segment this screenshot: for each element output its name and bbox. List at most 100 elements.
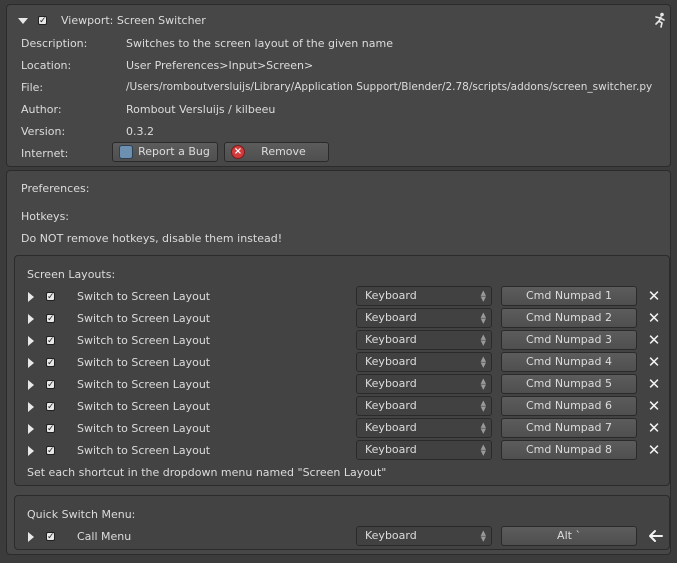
screen-layouts-title: Screen Layouts: bbox=[27, 268, 116, 281]
row-input-dropdown[interactable]: Keyboard ▲ ▼ bbox=[356, 374, 492, 394]
row-expand-icon[interactable] bbox=[28, 358, 34, 368]
remove-addon-button[interactable]: × Remove bbox=[224, 142, 329, 162]
layout-row: ✓ Switch to Screen Layout Keyboard ▲ ▼ Cmd Nu… bbox=[15, 418, 671, 440]
row-input-dropdown[interactable]: Keyboard ▲ ▼ bbox=[356, 418, 492, 438]
quick-switch-key-value: Alt ` bbox=[557, 529, 581, 542]
remove-hotkey-icon[interactable]: ✕ bbox=[646, 376, 662, 392]
row-input-value: Keyboard bbox=[365, 421, 417, 434]
location-value: User Preferences>Input>Screen> bbox=[126, 59, 314, 72]
quick-switch-input-dropdown[interactable]: Keyboard ▲ ▼ bbox=[356, 526, 492, 546]
row-enable-checkbox[interactable]: ✓ bbox=[46, 380, 55, 390]
addon-info-panel: ✓ Viewport: Screen Switcher Description:… bbox=[6, 4, 671, 167]
collapse-toggle-icon[interactable] bbox=[18, 18, 28, 24]
report-bug-button[interactable]: Report a Bug bbox=[112, 142, 218, 162]
row-key-button[interactable]: Cmd Numpad 2 bbox=[501, 308, 637, 328]
addon-enable-checkbox[interactable]: ✓ bbox=[38, 16, 47, 26]
row-input-dropdown[interactable]: Keyboard ▲ ▼ bbox=[356, 286, 492, 306]
quick-switch-enable-checkbox[interactable]: ✓ bbox=[46, 532, 55, 542]
row-expand-icon[interactable] bbox=[28, 424, 34, 434]
layout-row: ✓ Switch to Screen Layout Keyboard ▲ ▼ Cmd Nu… bbox=[15, 352, 671, 374]
layout-row: ✓ Switch to Screen Layout Keyboard ▲ ▼ Cmd Nu… bbox=[15, 440, 671, 462]
quick-switch-title: Quick Switch Menu: bbox=[27, 508, 136, 521]
row-expand-icon[interactable] bbox=[28, 336, 34, 346]
dropdown-arrows-icon: ▲ ▼ bbox=[480, 333, 486, 347]
row-key-button[interactable]: Cmd Numpad 5 bbox=[501, 374, 637, 394]
row-input-value: Keyboard bbox=[365, 443, 417, 456]
row-input-dropdown[interactable]: Keyboard ▲ ▼ bbox=[356, 440, 492, 460]
row-enable-checkbox[interactable]: ✓ bbox=[46, 314, 55, 324]
remove-hotkey-icon[interactable]: ✕ bbox=[646, 398, 662, 414]
hotkeys-note: Do NOT remove hotkeys, disable them inst… bbox=[21, 232, 283, 245]
quick-switch-key-button[interactable]: Alt ` bbox=[501, 526, 637, 546]
row-expand-icon[interactable] bbox=[28, 380, 34, 390]
remove-hotkey-icon[interactable]: ✕ bbox=[646, 288, 662, 304]
remove-hotkey-icon[interactable]: ✕ bbox=[646, 442, 662, 458]
hotkeys-label: Hotkeys: bbox=[21, 210, 70, 223]
quick-switch-box: Quick Switch Menu: ✓ Call Menu Keyboard … bbox=[14, 495, 670, 550]
layout-row: ✓ Switch to Screen Layout Keyboard ▲ ▼ Cmd Nu… bbox=[15, 374, 671, 396]
bug-report-icon bbox=[119, 145, 133, 159]
remove-hotkey-icon[interactable]: ✕ bbox=[646, 354, 662, 370]
remove-hotkey-icon[interactable]: ✕ bbox=[646, 332, 662, 348]
remove-hotkey-icon[interactable]: ✕ bbox=[646, 420, 662, 436]
row-expand-icon[interactable] bbox=[28, 314, 34, 324]
row-key-value: Cmd Numpad 5 bbox=[526, 377, 612, 390]
row-key-value: Cmd Numpad 8 bbox=[526, 443, 612, 456]
row-input-dropdown[interactable]: Keyboard ▲ ▼ bbox=[356, 308, 492, 328]
back-arrow-icon[interactable] bbox=[648, 529, 664, 543]
screen-layouts-box: Screen Layouts: ✓ Switch to Screen Layout… bbox=[14, 255, 670, 486]
row-key-button[interactable]: Cmd Numpad 1 bbox=[501, 286, 637, 306]
row-enable-checkbox[interactable]: ✓ bbox=[46, 336, 55, 346]
row-name: Switch to Screen Layout bbox=[77, 356, 211, 369]
version-value: 0.3.2 bbox=[126, 125, 154, 138]
dropdown-arrows-icon: ▲ ▼ bbox=[480, 311, 486, 325]
quick-switch-input-value: Keyboard bbox=[365, 529, 417, 542]
row-expand-icon[interactable] bbox=[28, 446, 34, 456]
row-input-dropdown[interactable]: Keyboard ▲ ▼ bbox=[356, 352, 492, 372]
row-input-dropdown[interactable]: Keyboard ▲ ▼ bbox=[356, 330, 492, 350]
row-enable-checkbox[interactable]: ✓ bbox=[46, 446, 55, 456]
version-label: Version: bbox=[21, 125, 66, 138]
row-key-value: Cmd Numpad 6 bbox=[526, 399, 612, 412]
row-expand-icon[interactable] bbox=[28, 292, 34, 302]
dropdown-arrows-icon: ▲ ▼ bbox=[480, 289, 486, 303]
remove-x-icon: × bbox=[231, 145, 245, 159]
quick-switch-name: Call Menu bbox=[77, 530, 132, 543]
row-name: Switch to Screen Layout bbox=[77, 334, 211, 347]
dropdown-arrows-icon: ▲ ▼ bbox=[480, 529, 486, 543]
report-bug-label: Report a Bug bbox=[138, 145, 210, 158]
layout-row: ✓ Switch to Screen Layout Keyboard ▲ ▼ Cmd Nu… bbox=[15, 396, 671, 418]
row-input-dropdown[interactable]: Keyboard ▲ ▼ bbox=[356, 396, 492, 416]
remove-hotkey-icon[interactable]: ✕ bbox=[646, 310, 662, 326]
row-expand-icon[interactable] bbox=[28, 402, 34, 412]
row-name: Switch to Screen Layout bbox=[77, 378, 211, 391]
layout-row: ✓ Switch to Screen Layout Keyboard ▲ ▼ Cmd Nu… bbox=[15, 286, 671, 308]
author-value: Rombout Versluijs / kilbeeu bbox=[126, 103, 276, 116]
row-key-button[interactable]: Cmd Numpad 3 bbox=[501, 330, 637, 350]
quick-switch-expand-icon[interactable] bbox=[28, 532, 34, 542]
row-key-button[interactable]: Cmd Numpad 4 bbox=[501, 352, 637, 372]
row-key-button[interactable]: Cmd Numpad 7 bbox=[501, 418, 637, 438]
row-key-button[interactable]: Cmd Numpad 6 bbox=[501, 396, 637, 416]
row-key-value: Cmd Numpad 4 bbox=[526, 355, 612, 368]
row-key-value: Cmd Numpad 7 bbox=[526, 421, 612, 434]
row-key-button[interactable]: Cmd Numpad 8 bbox=[501, 440, 637, 460]
row-enable-checkbox[interactable]: ✓ bbox=[46, 358, 55, 368]
row-input-value: Keyboard bbox=[365, 311, 417, 324]
dropdown-arrows-icon: ▲ ▼ bbox=[480, 421, 486, 435]
row-name: Switch to Screen Layout bbox=[77, 444, 211, 457]
preferences-label: Preferences: bbox=[21, 182, 90, 195]
internet-label: Internet: bbox=[21, 147, 69, 160]
row-input-value: Keyboard bbox=[365, 333, 417, 346]
row-input-value: Keyboard bbox=[365, 289, 417, 302]
description-value: Switches to the screen layout of the giv… bbox=[126, 37, 393, 50]
row-key-value: Cmd Numpad 2 bbox=[526, 311, 612, 324]
row-input-value: Keyboard bbox=[365, 377, 417, 390]
dropdown-arrows-icon: ▲ ▼ bbox=[480, 443, 486, 457]
row-enable-checkbox[interactable]: ✓ bbox=[46, 424, 55, 434]
row-key-value: Cmd Numpad 3 bbox=[526, 333, 612, 346]
row-enable-checkbox[interactable]: ✓ bbox=[46, 402, 55, 412]
row-enable-checkbox[interactable]: ✓ bbox=[46, 292, 55, 302]
description-label: Description: bbox=[21, 37, 88, 50]
screen-layouts-footer: Set each shortcut in the dropdown menu n… bbox=[27, 466, 387, 479]
